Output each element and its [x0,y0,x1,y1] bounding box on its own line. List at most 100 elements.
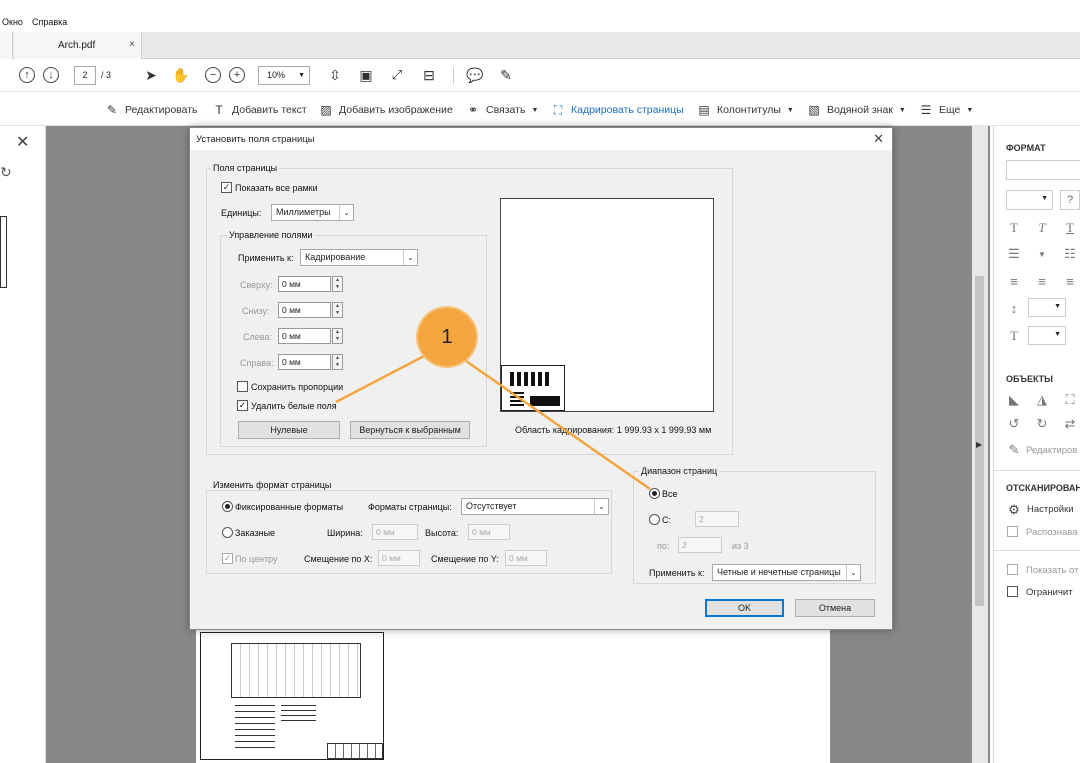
help-icon[interactable]: ? [1060,190,1080,210]
offset-y-input[interactable]: 0 мм [505,550,547,566]
rotate-icon[interactable]: ↻ [0,164,12,181]
crop-object-icon[interactable]: ⛶ [1062,392,1078,408]
crop-pages-tool[interactable]: ⛶ Кадрировать страницы [551,103,684,117]
ok-button[interactable]: OK [705,599,784,617]
edit-toolbar: ✎ Редактировать T Добавить текст ▨ Добавить… [0,92,1080,126]
edit-pencil-icon[interactable]: ✎ [1006,442,1022,458]
flip-icon[interactable]: ◣ [1006,392,1022,408]
char-spacing-select[interactable]: ▼ [1028,326,1066,345]
expand-right-icon[interactable]: ▶ [976,440,982,449]
image-icon: ▨ [320,103,332,117]
right-margin-label: Справа: [240,358,274,368]
custom-radio[interactable] [222,527,233,538]
cancel-button[interactable]: Отмена [795,599,875,617]
align-center-icon[interactable]: ≡ [1034,273,1050,289]
remove-white-checkbox[interactable]: ✓ [237,400,248,411]
full-screen-icon[interactable]: ⤢ [388,66,406,84]
fixed-formats-label: Фиксированные форматы [235,502,344,512]
edit-using-link[interactable]: Редактиров [1026,445,1077,456]
link-tool[interactable]: ⚭ Связать ▼ [466,103,538,117]
pen-icon[interactable]: ✎ [497,66,515,84]
height-input[interactable]: 0 мм [468,524,510,540]
right-margin-input[interactable]: 0 мм [278,354,331,370]
align-right-icon[interactable]: ≡ [1062,273,1078,289]
zoom-out-icon[interactable]: − [204,66,222,84]
show-all-frames-checkbox[interactable]: ✓ [221,182,232,193]
add-image-tool[interactable]: ▨ Добавить изображение [319,103,452,117]
page-view-icon[interactable]: ▣ [357,66,375,84]
vertical-scrollbar[interactable]: ▶ [972,126,988,763]
fixed-formats-radio[interactable] [222,501,233,512]
rotate-right-icon[interactable]: ↻ [1034,416,1050,432]
margins-group-label: Поля страницы [211,163,280,173]
to-page-input[interactable]: 2 [678,537,722,553]
right-margin-stepper[interactable]: ▲ ▼ [332,354,343,370]
apply-range-label: Применить к: [649,568,705,578]
revert-button[interactable]: Вернуться к выбранным [350,421,470,439]
tab-close-icon[interactable]: × [129,39,135,50]
zero-button[interactable]: Нулевые [238,421,340,439]
align-left-icon[interactable]: ≡ [1006,273,1022,289]
text-icon: T [215,103,223,117]
more-tool[interactable]: ☰ Еще ▼ [919,103,974,117]
from-page-input[interactable]: 2 [695,511,739,527]
add-text-tool[interactable]: T Добавить текст [212,103,306,117]
underline-icon[interactable]: T [1062,220,1078,236]
line-spacing-icon[interactable]: ↕ [1006,300,1022,316]
settings-link[interactable]: Настройки [1027,504,1074,515]
italic-icon[interactable]: T [1034,220,1050,236]
scroll-mode-icon[interactable]: ⊟ [420,66,438,84]
from-page-radio[interactable] [649,514,660,525]
zoom-select[interactable]: 10% ▼ [258,66,310,85]
restrict-checkbox[interactable] [1007,586,1018,597]
all-pages-radio[interactable] [649,488,660,499]
rotate-left-icon[interactable]: ↺ [1006,416,1022,432]
recognize-checkbox[interactable] [1007,526,1018,537]
list-dropdown-icon[interactable]: ▼ [1034,246,1050,262]
next-page-icon[interactable]: ↓ [42,66,60,84]
prev-page-icon[interactable]: ↑ [18,66,36,84]
keep-proportions-checkbox[interactable] [237,381,248,392]
show-bounding-checkbox[interactable] [1007,564,1018,575]
bullet-list-icon[interactable]: ☰ [1006,246,1022,262]
char-spacing-icon[interactable]: T [1006,328,1022,344]
zoom-in-icon[interactable]: + [228,66,246,84]
comment-icon[interactable]: 💬 [466,66,484,84]
close-panel-icon[interactable]: ✕ [16,132,29,152]
top-margin-stepper[interactable]: ▲ ▼ [332,276,343,292]
apply-range-select[interactable]: Четные и нечетные страницы ⌄ [712,564,861,581]
menu-window[interactable]: Окно [2,17,23,27]
page-number-input[interactable]: 2 [74,66,96,85]
left-margin-input[interactable]: 0 мм [278,328,331,344]
offset-x-input[interactable]: 0 мм [378,550,420,566]
text-style-icon[interactable]: T [1006,220,1022,236]
font-family-select[interactable] [1006,160,1080,180]
edit-tool[interactable]: ✎ Редактировать [105,103,198,117]
top-margin-input[interactable]: 0 мм [278,276,331,292]
tab-arch-pdf[interactable]: Arch.pdf × [14,32,142,59]
flip-horizontal-icon[interactable]: ◮ [1034,392,1050,408]
apply-to-select[interactable]: Кадрирование ⌄ [300,249,418,266]
watermark-tool[interactable]: ▧ Водяной знак ▼ [807,103,906,117]
font-size-select[interactable]: ▼ [1006,190,1053,210]
left-margin-stepper[interactable]: ▲ ▼ [332,328,343,344]
more-icon: ☰ [920,103,932,117]
units-select[interactable]: Миллиметры ⌄ [271,204,354,221]
headers-tool[interactable]: ▤ Колонтитулы ▼ [697,103,794,117]
line-spacing-select[interactable]: ▼ [1028,298,1066,317]
numbered-list-icon[interactable]: ☷ [1062,246,1078,262]
select-arrow-icon[interactable]: ➤ [142,66,160,84]
width-input[interactable]: 0 мм [372,524,418,540]
fit-page-icon[interactable]: ⇳ [326,66,344,84]
bottom-margin-stepper[interactable]: ▲ ▼ [332,302,343,318]
menu-help[interactable]: Справка [32,17,67,27]
page-thumbnail[interactable] [0,216,7,288]
page-formats-select[interactable]: Отсутствует ⌄ [461,498,609,515]
bottom-margin-input[interactable]: 0 мм [278,302,331,318]
replace-image-icon[interactable]: ⇄ [1062,416,1078,432]
hand-tool-icon[interactable]: ✋ [172,66,190,84]
drawing-frame [200,632,384,760]
settings-gear-icon[interactable]: ⚙ [1006,502,1022,518]
dialog-close-icon[interactable]: ✕ [873,131,884,147]
center-checkbox[interactable]: ✓ [222,553,233,564]
